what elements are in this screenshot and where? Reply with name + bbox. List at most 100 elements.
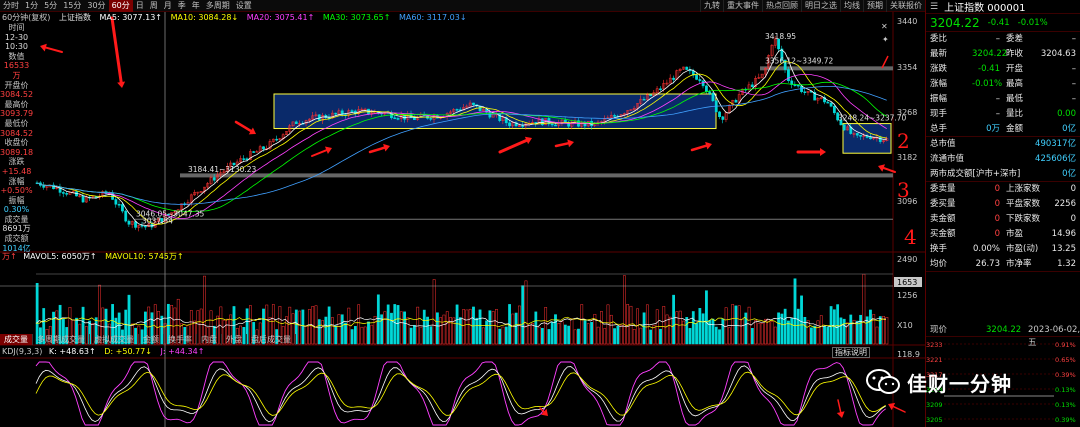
volume-bar	[580, 304, 584, 345]
volume-bar	[773, 326, 777, 345]
price-axis-label: 3354	[897, 63, 917, 72]
volume-bar	[600, 311, 603, 345]
period-tab[interactable]: 年	[189, 0, 203, 12]
quote-label: 市盈	[1006, 229, 1024, 239]
candle-body	[212, 177, 216, 181]
toolbar-right-tab[interactable]: 九转	[700, 0, 723, 12]
kline-chart-area[interactable]: 3440 3354 3268 3182 3096 2490 1653 1256 X10 118.9…	[0, 12, 925, 427]
quote-label: 换手	[930, 244, 948, 254]
watermark: 佳财一分钟	[865, 362, 1080, 402]
volume-bar	[849, 314, 853, 345]
cursor-info-item: 1014亿	[2, 243, 31, 253]
candle-body	[705, 85, 708, 93]
sub-indicator-tab[interactable]: 多周期成交量	[33, 334, 90, 345]
candle-body	[711, 92, 715, 102]
volume-bar	[826, 326, 830, 345]
period-tab[interactable]: 季	[175, 0, 189, 12]
toolbar-right-tab[interactable]: 均线	[840, 0, 863, 12]
volume-bar	[596, 326, 600, 345]
candle-body	[855, 133, 859, 136]
sub-indicator-tab[interactable]: 换手率	[164, 334, 197, 345]
toolbar-right-tab[interactable]: 热点回顾	[762, 0, 801, 12]
candle-body	[708, 91, 712, 94]
volume-bar	[767, 319, 771, 345]
index-name: 上证指数	[58, 13, 91, 22]
menu-icon[interactable]: ☰	[930, 2, 938, 12]
volume-bar	[813, 325, 817, 345]
volume-bar	[501, 326, 505, 345]
period-tab[interactable]: 设置	[233, 0, 255, 12]
quote-label: 最高	[1006, 79, 1024, 89]
period-tab[interactable]: 多周期	[203, 0, 233, 12]
period-tab[interactable]: 30分	[84, 0, 108, 12]
cursor-info-item: 振幅	[8, 195, 25, 205]
mini-axis-left: 3233	[926, 341, 943, 349]
volume-bar	[406, 317, 410, 345]
volume-bar	[662, 306, 666, 345]
toolbar-right-tab[interactable]: 明日之选	[801, 0, 840, 12]
period-tab[interactable]: 分时	[0, 0, 22, 12]
volume-bar	[537, 326, 541, 345]
quote-value: 0亿	[1062, 169, 1076, 179]
volume-bar	[413, 324, 416, 345]
annotation-arrow-top	[110, 16, 123, 84]
toolbar-right-tab[interactable]: 预期	[863, 0, 886, 12]
quote-header: ☰ 上证指数 000001	[926, 0, 1080, 14]
volume-bar	[544, 307, 548, 345]
candle-body	[413, 117, 416, 120]
candle-body	[488, 112, 492, 118]
quote-label: 昨收	[1006, 49, 1024, 59]
volume-bar	[396, 305, 400, 345]
volume-bar	[757, 322, 761, 345]
period-tab[interactable]: 5分	[41, 0, 60, 12]
period-tab[interactable]: 60分	[108, 0, 133, 12]
period-tab[interactable]: 1分	[22, 0, 41, 12]
sub-indicator-tab[interactable]: 内盘	[197, 334, 222, 345]
candle-body	[826, 101, 830, 104]
quote-label: 委比	[930, 34, 948, 44]
period-tab[interactable]: 周	[147, 0, 161, 12]
indicator-help-button[interactable]: 指标说明	[832, 347, 870, 358]
volume-bar	[475, 317, 479, 345]
price-pct: -0.01%	[1017, 17, 1048, 28]
volume-bar	[796, 308, 800, 345]
period-tab[interactable]: 月	[161, 0, 175, 12]
quote-label: 委差	[1006, 34, 1024, 44]
candle-body	[685, 66, 689, 70]
high-annotation: 3418.95	[765, 32, 796, 41]
volume-bar	[540, 328, 544, 345]
quote-value: 0	[994, 229, 1000, 239]
volume-bar	[790, 318, 794, 345]
volume-bar	[521, 285, 525, 345]
volume-bar	[885, 317, 889, 345]
volume-bar	[816, 320, 820, 345]
quote-label: 买金额	[930, 229, 956, 239]
volume-bar	[787, 320, 790, 345]
sub-indicator-tab[interactable]: 成交量	[0, 334, 33, 345]
quote-value: 0	[1070, 214, 1076, 224]
kdj-name: KDJ(9,3,3)	[2, 347, 43, 356]
sub-indicator-tab[interactable]: 盘后成交量	[247, 334, 296, 345]
sub-indicator-tab[interactable]: 金额	[139, 334, 164, 345]
volume-bar	[353, 325, 357, 345]
volume-bar	[629, 305, 633, 345]
toolbar-right-tab[interactable]: 关联报价	[886, 0, 925, 12]
volume-bar	[360, 326, 364, 345]
annotation-arrow-top-head	[117, 81, 126, 88]
cursor-info-item: 10:30	[4, 42, 29, 52]
candle-body	[842, 124, 846, 131]
annotation-number-2: 2	[897, 129, 910, 153]
quote-value: 0	[994, 184, 1000, 194]
volume-bar	[409, 327, 413, 345]
sub-indicator-tab[interactable]: 虚拟成交量	[90, 334, 139, 345]
support-annotation: 3184.41~3130.23	[188, 165, 257, 174]
volume-bar	[603, 328, 607, 345]
period-tab[interactable]: 日	[133, 0, 147, 12]
volume-bar	[298, 310, 301, 345]
candle-body	[550, 123, 554, 126]
price-axis-label: X10	[897, 321, 913, 330]
toolbar-right-tab[interactable]: 重大事件	[723, 0, 762, 12]
sub-indicator-tab[interactable]: 外盘	[222, 334, 247, 345]
period-tab[interactable]: 15分	[60, 0, 84, 12]
price-axis-label: 2490	[897, 255, 917, 264]
